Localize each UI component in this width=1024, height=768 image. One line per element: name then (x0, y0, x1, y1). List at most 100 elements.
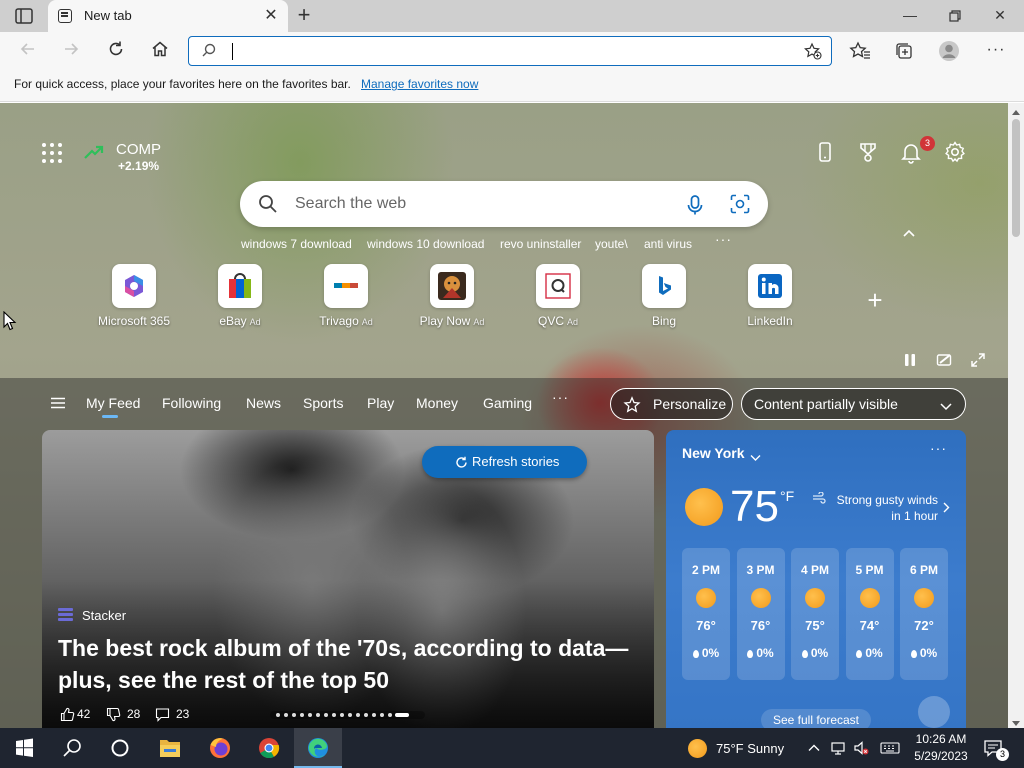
dislike-thumbs-down-icon[interactable] (106, 707, 121, 722)
quick-link-bing[interactable]: Bing (619, 264, 709, 328)
edge-browser-icon[interactable] (294, 728, 342, 768)
add-favorite-icon[interactable] (804, 42, 822, 60)
close-window-button[interactable]: ✕ (978, 4, 1022, 26)
carousel-dot[interactable] (284, 713, 288, 717)
carousel-dot[interactable] (372, 713, 376, 717)
address-input[interactable] (229, 41, 789, 61)
carousel-active-dot[interactable] (395, 713, 409, 717)
trending-search-link[interactable]: windows 7 download (241, 237, 352, 251)
carousel-dot[interactable] (316, 713, 320, 717)
trending-search-link[interactable]: windows 10 download (367, 237, 484, 251)
rewards-trophy-icon[interactable] (856, 140, 880, 164)
trending-search-link[interactable]: youte\ (595, 237, 628, 251)
settings-more-icon[interactable]: ··· (985, 40, 1007, 62)
visual-search-icon[interactable] (730, 194, 750, 214)
scroll-down-arrow-icon[interactable] (1012, 715, 1020, 726)
feed-tab-play[interactable]: Play (367, 395, 394, 411)
hero-news-card[interactable]: Refresh stories Stacker The best rock al… (42, 430, 654, 728)
carousel-pagination[interactable] (270, 711, 425, 719)
content-visibility-dropdown[interactable]: Content partially visible (741, 388, 966, 420)
address-bar[interactable] (188, 36, 832, 66)
page-settings-gear-icon[interactable] (943, 140, 967, 164)
personalize-button[interactable]: Personalize (610, 388, 733, 420)
hourly-forecast-item[interactable]: 2 PM 76° 0% (682, 548, 730, 680)
carousel-dot[interactable] (340, 713, 344, 717)
firefox-icon[interactable] (196, 728, 244, 768)
restore-button[interactable] (933, 4, 977, 26)
chevron-right-icon[interactable] (943, 501, 950, 513)
clock-time[interactable]: 10:26 AM (913, 732, 969, 746)
carousel-dot[interactable] (380, 713, 384, 717)
expand-icon[interactable] (970, 352, 986, 368)
carousel-dot[interactable] (388, 713, 392, 717)
scrollbar-thumb[interactable] (1012, 119, 1020, 237)
feed-tab-sports[interactable]: Sports (303, 395, 343, 411)
feed-tab-news[interactable]: News (246, 395, 281, 411)
like-thumbs-up-icon[interactable] (60, 707, 75, 722)
stock-symbol[interactable]: COMP (116, 141, 161, 158)
feed-menu-hamburger-icon[interactable] (50, 397, 66, 409)
minimize-button[interactable]: — (888, 4, 932, 26)
weather-location[interactable]: New York (682, 445, 745, 461)
collections-icon[interactable] (893, 40, 915, 62)
carousel-dot[interactable] (348, 713, 352, 717)
feed-tab-gaming[interactable]: Gaming (483, 395, 532, 411)
home-button[interactable] (149, 40, 171, 62)
volume-muted-icon[interactable] (853, 740, 869, 756)
more-feed-tabs-button[interactable]: ··· (552, 389, 569, 405)
apps-launcher-icon[interactable] (42, 143, 62, 163)
scroll-up-arrow-icon[interactable] (1012, 105, 1020, 115)
carousel-dot[interactable] (356, 713, 360, 717)
start-windows-icon[interactable] (0, 728, 48, 768)
chrome-icon[interactable] (245, 728, 293, 768)
hourly-forecast-item[interactable]: 3 PM 76° 0% (736, 548, 785, 680)
see-full-forecast-button[interactable]: See full forecast (761, 709, 871, 728)
hourly-forecast-item[interactable]: 4 PM 75° 0% (791, 548, 839, 680)
refresh-button[interactable] (105, 40, 127, 62)
temperature-unit[interactable]: °F (780, 488, 794, 504)
web-search-box[interactable] (240, 181, 768, 227)
page-scrollbar[interactable] (1008, 103, 1024, 728)
voice-search-mic-icon[interactable] (685, 194, 705, 216)
back-button[interactable] (17, 40, 39, 62)
favorites-icon[interactable] (849, 40, 871, 62)
tray-weather-text[interactable]: 75°F Sunny (716, 741, 784, 756)
keyboard-icon[interactable] (880, 740, 900, 756)
feed-tab-following[interactable]: Following (162, 395, 221, 411)
collapse-chevron-up-icon[interactable] (901, 227, 917, 239)
close-tab-icon[interactable]: ✕ (262, 7, 280, 25)
wind-alert[interactable]: Strong gusty winds in 1 hour (832, 492, 938, 524)
quick-link-microsoft-365[interactable]: Microsoft 365 (89, 264, 179, 328)
carousel-dot[interactable] (300, 713, 304, 717)
change-background-icon[interactable] (936, 352, 952, 368)
weather-more-options-button[interactable]: ··· (930, 440, 947, 456)
forward-button[interactable] (60, 40, 82, 62)
quick-link-ebay[interactable]: eBay Ad (195, 264, 285, 328)
pause-background-icon[interactable] (902, 352, 918, 368)
refresh-stories-button[interactable]: Refresh stories (422, 446, 587, 478)
carousel-dot[interactable] (308, 713, 312, 717)
weather-map-button[interactable] (918, 696, 950, 728)
network-icon[interactable] (830, 740, 846, 756)
mobile-phone-icon[interactable] (813, 140, 837, 164)
clock-date[interactable]: 5/29/2023 (910, 749, 972, 763)
file-explorer-icon[interactable] (146, 728, 194, 768)
carousel-dot[interactable] (364, 713, 368, 717)
more-trending-button[interactable]: ··· (715, 231, 732, 247)
search-icon[interactable] (48, 728, 96, 768)
hourly-forecast-item[interactable]: 5 PM 74° 0% (845, 548, 894, 680)
carousel-dot[interactable] (332, 713, 336, 717)
quick-link-linkedin[interactable]: LinkedIn (725, 264, 815, 328)
comment-icon[interactable] (155, 707, 170, 722)
chevron-down-icon[interactable] (750, 450, 761, 461)
carousel-dot[interactable] (276, 713, 280, 717)
hourly-forecast-item[interactable]: 6 PM 72° 0% (900, 548, 948, 680)
feed-tab-my-feed[interactable]: My Feed (86, 395, 140, 411)
weather-card[interactable]: New York ··· 75 °F Strong gusty winds in… (666, 430, 966, 728)
show-hidden-icons-chevron-icon[interactable] (806, 740, 822, 756)
trending-search-link[interactable]: revo uninstaller (500, 237, 581, 251)
cortana-icon[interactable] (96, 728, 144, 768)
tab-actions-menu-icon[interactable] (12, 7, 36, 25)
quick-link-play-now[interactable]: Play Now Ad (407, 264, 497, 328)
trending-search-link[interactable]: anti virus (644, 237, 692, 251)
